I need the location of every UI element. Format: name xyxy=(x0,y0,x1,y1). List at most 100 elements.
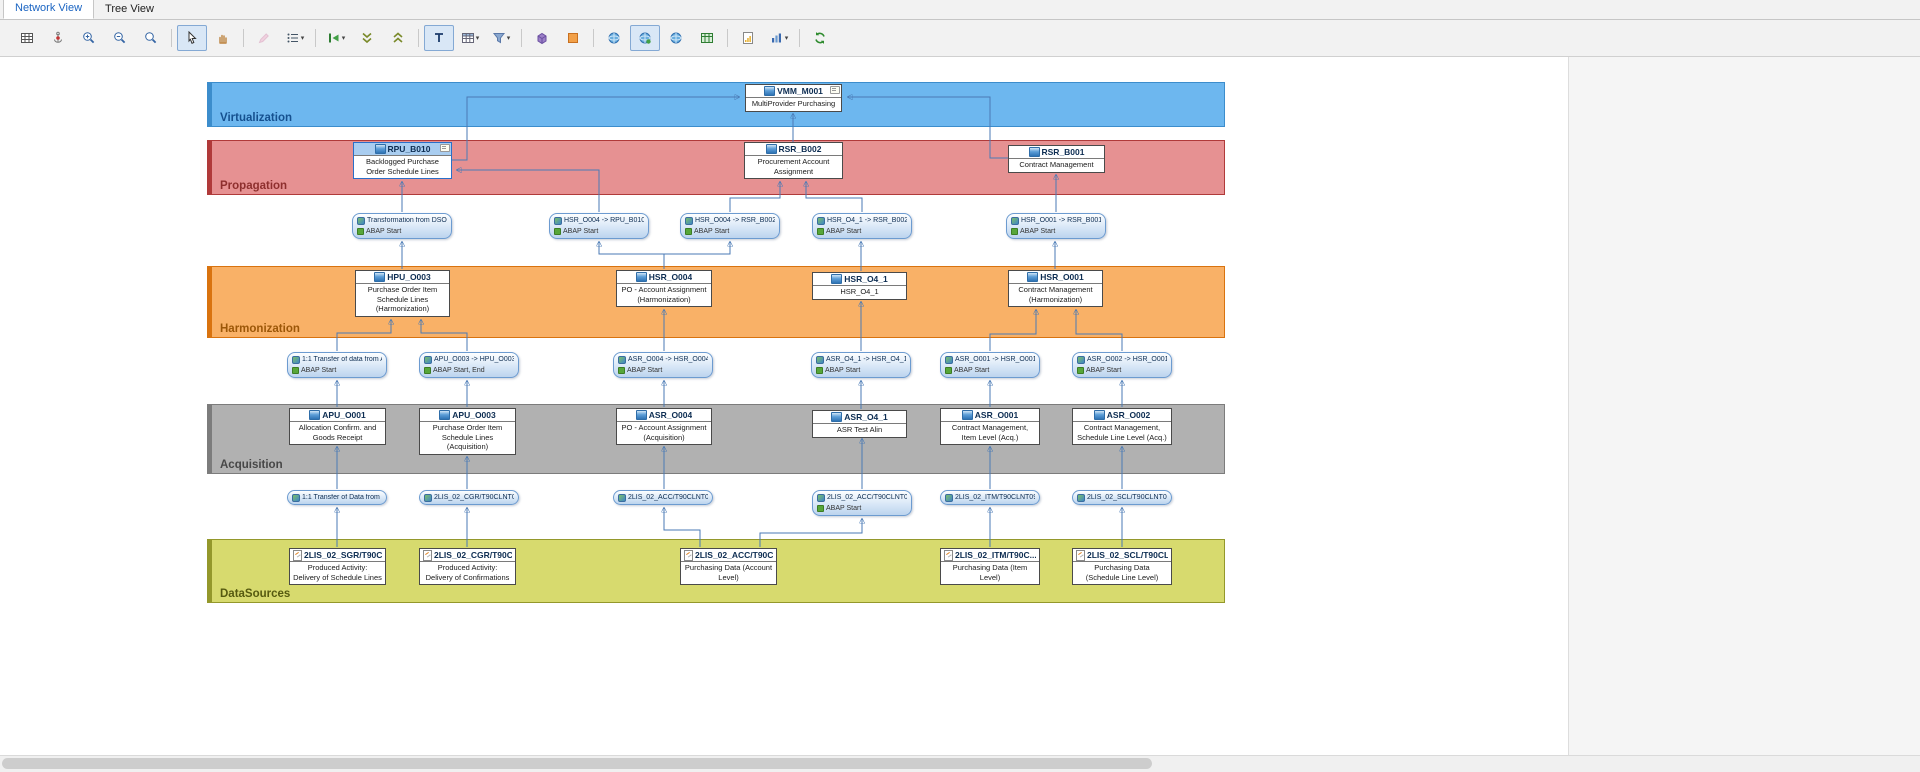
grid-view-button[interactable] xyxy=(692,25,722,51)
filter-button[interactable]: ▾ xyxy=(486,25,516,51)
transformation-node[interactable]: 1:1 Transfer of data from APU... ABAP St… xyxy=(287,352,387,378)
node-title: ASR_O4_1 xyxy=(844,412,887,422)
transformation-node[interactable]: 2LIS_02_ITM/T90CLNT090 ->... xyxy=(940,490,1040,505)
transformation-icon xyxy=(618,494,626,502)
node-ASR_O004[interactable]: ASR_O004 PO - Account Assignment(Acquisi… xyxy=(616,408,712,445)
node-line: Backlogged Purchase xyxy=(355,157,450,167)
zoom-in-button[interactable] xyxy=(74,25,104,51)
node-APU_O003[interactable]: APU_O003 Purchase Order ItemSchedule Lin… xyxy=(419,408,516,455)
network-view-canvas: Network View Tree View ▾ ▾ ▾ ▾ ▾ xyxy=(0,0,1920,772)
sphere-view-2-button[interactable] xyxy=(630,25,660,51)
list-menu-button[interactable]: ▾ xyxy=(280,25,310,51)
transformation-icon xyxy=(292,356,300,364)
node-line: Contract Management, xyxy=(942,423,1038,433)
select-tool-button[interactable] xyxy=(177,25,207,51)
transformation-subtitle: ABAP Start xyxy=(1086,367,1121,374)
report-button[interactable] xyxy=(733,25,763,51)
legend-button[interactable] xyxy=(558,25,588,51)
collapse-all-button[interactable] xyxy=(352,25,382,51)
dso-icon xyxy=(766,144,777,154)
transformation-node[interactable]: ASR_O4_1 -> HSR_O4_1 ABAP Start xyxy=(811,352,911,378)
refresh-button[interactable] xyxy=(805,25,835,51)
transformation-title: ASR_O001 -> HSR_O001 xyxy=(955,356,1035,363)
node-title: HPU_O003 xyxy=(387,272,430,282)
transformation-icon xyxy=(817,494,825,502)
tab-network-view[interactable]: Network View xyxy=(3,0,94,19)
transformation-node[interactable]: ASR_O004 -> HSR_O004 ABAP Start xyxy=(613,352,713,378)
node-ASR_O4_1[interactable]: ASR_O4_1 ASR Test Alin xyxy=(812,410,907,438)
transformation-title: ASR_O002 -> HSR_O001 xyxy=(1087,356,1167,363)
chart-button[interactable]: ▾ xyxy=(764,25,794,51)
transformation-node[interactable]: HSR_O001 -> RSR_B001 ABAP Start xyxy=(1006,213,1106,239)
node-2LIS_02_CGR[interactable]: 2LIS_02_CGR/T90C... Produced Activity:De… xyxy=(419,548,516,585)
transformation-title: HSR_O4_1 -> RSR_B002 xyxy=(827,217,907,224)
node-line: Schedule Lines xyxy=(357,295,448,305)
node-HSR_O4_1[interactable]: HSR_O4_1 HSR_O4_1 xyxy=(812,272,907,300)
node-2LIS_02_SCL[interactable]: 2LIS_02_SCL/T90CL... Purchasing Data(Sch… xyxy=(1072,548,1172,585)
node-RSR_B001[interactable]: RSR_B001 Contract Management xyxy=(1008,145,1105,173)
node-2LIS_02_SGR[interactable]: 2LIS_02_SGR/T90C... Produced Activity:De… xyxy=(289,548,386,585)
comment-icon[interactable] xyxy=(440,144,450,152)
transformation-node[interactable]: 2LIS_02_SCL/T90CLNT090 ->... xyxy=(1072,490,1172,505)
tab-tree-view[interactable]: Tree View xyxy=(94,1,165,19)
node-VMM_M001[interactable]: VMM_M001 MultiProvider Purchasing xyxy=(745,84,842,112)
node-2LIS_02_ITM[interactable]: 2LIS_02_ITM/T90C... Purchasing Data (Ite… xyxy=(940,548,1040,585)
transformation-node[interactable]: 2LIS_02_ACC/T90CLNT090 ->... xyxy=(613,490,713,505)
anchor-button[interactable] xyxy=(43,25,73,51)
table-view-button[interactable]: ▾ xyxy=(455,25,485,51)
transformation-node[interactable]: 2LIS_02_CGR/T90CLNT090 ->... xyxy=(419,490,519,505)
transformation-icon xyxy=(618,356,626,364)
highlighter-button[interactable] xyxy=(249,25,279,51)
transformation-icon xyxy=(685,217,693,225)
node-ASR_O002[interactable]: ASR_O002 Contract Management,Schedule Li… xyxy=(1072,408,1172,445)
anchor-icon xyxy=(51,31,65,45)
transformation-node[interactable]: 1:1 Transfer of Data from 2LIS... xyxy=(287,490,387,505)
datasource-icon xyxy=(293,550,302,561)
node-title: 2LIS_02_SCL/T90CL... xyxy=(1087,550,1168,560)
node-ASR_O001[interactable]: ASR_O001 Contract Management,Item Level … xyxy=(940,408,1040,445)
horizontal-scrollbar[interactable] xyxy=(0,755,1920,772)
chart-icon xyxy=(770,31,784,45)
package-button[interactable] xyxy=(527,25,557,51)
transformation-node[interactable]: APU_O003 -> HPU_O003 ABAP Start, End xyxy=(419,352,519,378)
transformation-node[interactable]: ASR_O002 -> HSR_O001 ABAP Start xyxy=(1072,352,1172,378)
abap-icon xyxy=(945,367,952,374)
align-grid-button[interactable] xyxy=(12,25,42,51)
node-RPU_B010[interactable]: RPU_B010 Backlogged PurchaseOrder Schedu… xyxy=(353,142,452,179)
sphere-view-3-button[interactable] xyxy=(661,25,691,51)
scrollbar-thumb[interactable] xyxy=(2,758,1152,769)
transformation-subtitle: ABAP Start xyxy=(301,367,336,374)
node-HPU_O003[interactable]: HPU_O003 Purchase Order ItemSchedule Lin… xyxy=(355,270,450,317)
package-icon xyxy=(535,31,549,45)
milestone-button[interactable]: ▾ xyxy=(321,25,351,51)
sphere-view-1-button[interactable] xyxy=(599,25,629,51)
diagram-toolbar: ▾ ▾ ▾ ▾ ▾ xyxy=(0,20,1920,57)
node-HSR_O001[interactable]: HSR_O001 Contract Management(Harmonizati… xyxy=(1008,270,1103,307)
text-tool-icon xyxy=(432,31,446,45)
transformation-node[interactable]: Transformation from DSO HP... ABAP Start xyxy=(352,213,452,239)
transformation-node[interactable]: HSR_O4_1 -> RSR_B002 ABAP Start xyxy=(812,213,912,239)
pan-tool-button[interactable] xyxy=(208,25,238,51)
node-HSR_O004[interactable]: HSR_O004 PO - Account Assignment(Harmoni… xyxy=(616,270,712,307)
dso-icon xyxy=(439,410,450,420)
expand-all-button[interactable] xyxy=(383,25,413,51)
transformation-node[interactable]: ASR_O001 -> HSR_O001 ABAP Start xyxy=(940,352,1040,378)
transformation-node[interactable]: HSR_O004 -> RPU_B010 ABAP Start xyxy=(549,213,649,239)
node-line: Goods Receipt xyxy=(291,433,384,443)
text-tool-button[interactable] xyxy=(424,25,454,51)
abap-icon xyxy=(817,228,824,235)
node-APU_O001[interactable]: APU_O001 Allocation Confirm. andGoods Re… xyxy=(289,408,386,445)
node-title: RPU_B010 xyxy=(388,144,431,154)
node-title: APU_O003 xyxy=(452,410,495,420)
zoom-out-button[interactable] xyxy=(105,25,135,51)
transformation-node[interactable]: HSR_O004 -> RSR_B002 ABAP Start xyxy=(680,213,780,239)
comment-icon[interactable] xyxy=(830,86,840,94)
sphere-view-1-icon xyxy=(607,31,621,45)
chevron-down-icon: ▾ xyxy=(785,35,789,42)
node-RSR_B002[interactable]: RSR_B002 Procurement AccountAssignment xyxy=(744,142,843,179)
transformation-node[interactable]: 2LIS_02_ACC/T90CLNT090 ->... ABAP Start xyxy=(812,490,912,516)
zoom-reset-button[interactable] xyxy=(136,25,166,51)
datasource-icon xyxy=(684,550,693,561)
node-2LIS_02_ACC[interactable]: 2LIS_02_ACC/T90C... Purchasing Data (Acc… xyxy=(680,548,777,585)
expand-all-icon xyxy=(391,31,405,45)
